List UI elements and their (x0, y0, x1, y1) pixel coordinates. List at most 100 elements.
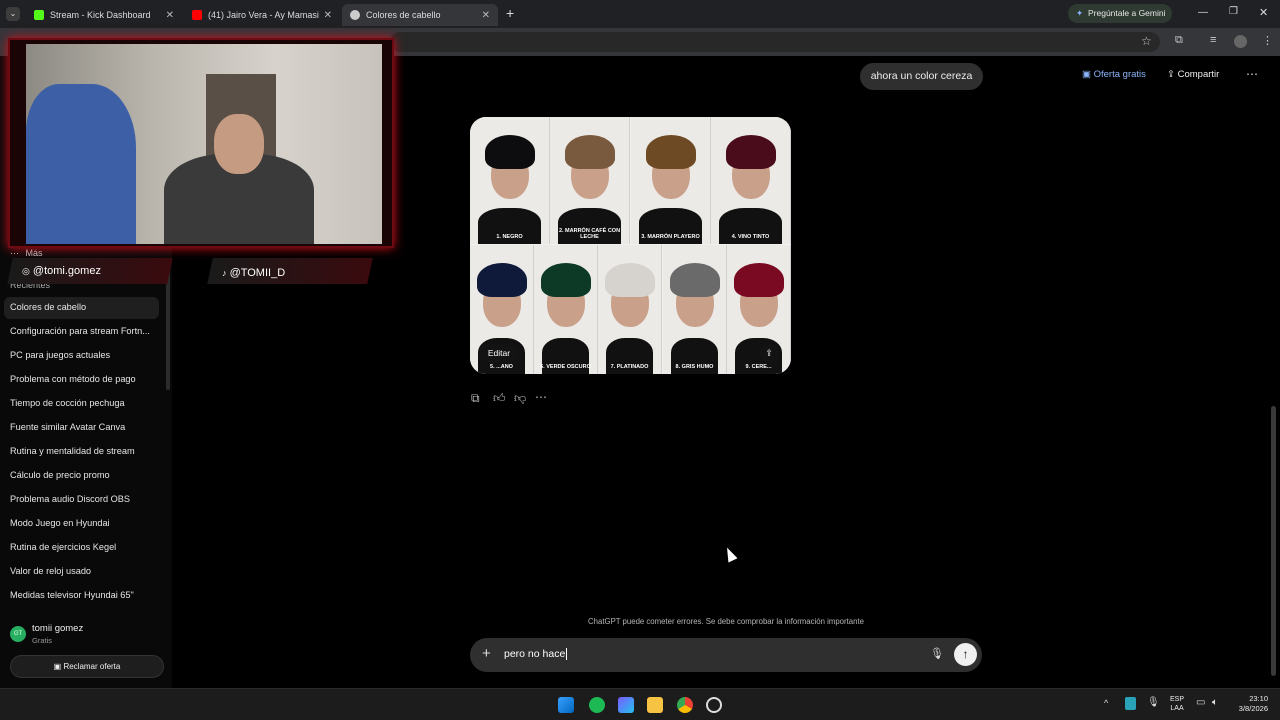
offer-button[interactable]: ▣ Oferta gratis (1082, 69, 1146, 80)
bookmark-star-icon[interactable]: ☆ (1141, 34, 1152, 48)
gift-icon: ▣ (1082, 69, 1091, 80)
sidebar-recent-item[interactable]: Cálculo de precio promo (10, 470, 110, 480)
copilot-icon[interactable] (618, 697, 634, 713)
tab-search-button[interactable]: ⌄ (6, 7, 20, 21)
more-icon: ⋯ (10, 248, 19, 258)
clock-time: 23:10 (1249, 694, 1268, 703)
restore-icon[interactable]: ❐ (1229, 6, 1238, 17)
edit-image-button[interactable]: Editar (478, 344, 520, 362)
sidebar-recent-item[interactable]: Problema con método de pago (10, 374, 136, 384)
hair-color-option: 7. PLATINADO (598, 245, 662, 374)
sidebar-recent-item[interactable]: Tiempo de cocción pechuga (10, 398, 125, 408)
more-actions-icon[interactable]: ⋯ (535, 390, 547, 404)
user-plan: Gratis (32, 636, 53, 645)
close-tab-icon[interactable]: ✕ (166, 10, 174, 21)
network-icon[interactable]: ▭ (1196, 697, 1205, 708)
hair-color-caption: 8. GRIS HUMO (675, 364, 714, 370)
tab-label: (41) Jairo Vera - Ay Mamasi (208, 10, 319, 20)
sidebar-recent-item[interactable]: PC para juegos actuales (10, 350, 110, 360)
instagram-handle: ◎ @tomi.gomez (22, 265, 101, 277)
gemini-label: Pregúntale a Gemini (1088, 8, 1166, 18)
sidebar-recent-item[interactable]: Medidas televisor Hyundai 65" (10, 590, 134, 600)
hair-swatch (476, 263, 527, 297)
hair-color-option: 2. MARRÓN CAFÉ CON LECHE (550, 117, 630, 244)
hair-color-option: 3. MARRÓN PLAYERO (631, 117, 711, 244)
hair-color-caption: 5. ...ANO (490, 364, 513, 370)
tab-label: Stream - Kick Dashboard (50, 10, 151, 20)
share-image-icon[interactable]: ⇪ (759, 344, 779, 362)
generated-image[interactable]: 1. NEGRO 2. MARRÓN CAFÉ CON LECHE 3. MARRÓ… (470, 117, 791, 374)
tab-youtube[interactable]: (41) Jairo Vera - Ay Mamasi ✕ (184, 4, 340, 26)
hair-color-option: 4. VINO TINTO (711, 117, 791, 244)
tab-kick-dashboard[interactable]: Stream - Kick Dashboard ✕ (26, 4, 182, 26)
chatgpt-app-icon[interactable] (706, 697, 722, 713)
thumbs-down-icon[interactable]: 👎︎ (514, 391, 526, 406)
more-options-icon[interactable]: ⋯ (1246, 67, 1258, 81)
file-explorer-icon[interactable] (647, 697, 663, 713)
hair-color-option: 6. VERDE OSCURO (534, 245, 598, 374)
chatgpt-icon (350, 10, 360, 20)
text-caret (566, 648, 568, 660)
close-tab-icon[interactable]: ✕ (324, 10, 332, 21)
close-window-icon[interactable]: ✕ (1259, 6, 1268, 19)
claim-offer-button[interactable]: ▣ Reclamar oferta (10, 655, 164, 678)
sidebar-recent-item[interactable]: Problema audio Discord OBS (10, 494, 130, 504)
tab-label: Colores de cabello (366, 10, 441, 20)
offer-label: Oferta gratis (1093, 69, 1146, 80)
browser-menu-icon[interactable]: ⋮ (1262, 34, 1273, 47)
show-hidden-icons[interactable]: ^ (1104, 698, 1108, 708)
user-name[interactable]: tomii gomez (32, 623, 83, 634)
close-tab-icon[interactable]: ✕ (482, 10, 490, 21)
gemini-icon: ✦ (1076, 8, 1084, 18)
page-scrollbar[interactable] (1271, 406, 1276, 676)
profile-avatar[interactable] (1234, 35, 1247, 48)
sidebar-recent-item[interactable]: Colores de cabello (10, 302, 86, 312)
sidebar-recent-item[interactable]: Modo Juego en Hyundai (10, 518, 110, 528)
hair-swatch (540, 263, 591, 297)
volume-icon[interactable]: 🔈︎ (1212, 697, 1218, 708)
copy-icon[interactable]: ⧉ (471, 391, 480, 406)
sidebar-recent-item[interactable]: Rutina de ejercicios Kegel (10, 542, 116, 552)
webcam-video (26, 44, 382, 244)
claim-offer-label: Reclamar oferta (63, 662, 121, 671)
clock-date: 3/8/2026 (1238, 704, 1268, 713)
hair-swatch (669, 263, 720, 297)
gemini-button[interactable]: ✦ Pregúntale a Gemini (1068, 4, 1172, 23)
minimize-icon[interactable]: — (1198, 7, 1208, 18)
avatar[interactable]: GT (10, 626, 26, 642)
windows-start-icon[interactable] (558, 697, 574, 713)
sidebar-recent-item[interactable]: Fuente similar Avatar Canva (10, 422, 125, 432)
thumbs-up-icon[interactable]: 👍︎ (493, 391, 506, 406)
disclaimer: ChatGPT puede cometer errores. Se debe c… (588, 617, 864, 626)
add-attachment-icon[interactable]: + (482, 645, 491, 662)
sidebar-recent-item[interactable]: Valor de reloj usado (10, 566, 91, 576)
url-field[interactable] (390, 32, 1160, 52)
defender-icon[interactable] (1125, 697, 1136, 710)
person-left (26, 84, 136, 244)
language-indicator[interactable]: ESP LAA (1170, 695, 1184, 713)
hair-swatch (725, 135, 776, 169)
sidebar-recent-item[interactable]: Configuración para stream Fortn... (10, 326, 150, 336)
microphone-icon[interactable]: 🎙︎ (930, 647, 944, 660)
more-label: Más (25, 248, 43, 258)
clock[interactable]: 23:10 3/8/2026 (1230, 694, 1268, 714)
hair-color-caption: 6. VERDE OSCURO (540, 364, 591, 370)
share-button[interactable]: ⇪ Compartir (1167, 69, 1219, 80)
gift-icon: ▣ (53, 662, 62, 671)
hair-color-caption: 1. NEGRO (496, 234, 523, 240)
chrome-icon[interactable] (677, 697, 693, 713)
language-bottom: LAA (1170, 705, 1184, 712)
mic-tray-icon[interactable]: 🎙︎ (1147, 697, 1160, 708)
sidebar-recent-item[interactable]: Rutina y mentalidad de stream (10, 446, 135, 456)
media-control-icon[interactable]: ≡ (1210, 34, 1216, 46)
extensions-icon[interactable]: ⧉ (1175, 34, 1183, 47)
hair-color-option: 1. NEGRO (470, 117, 550, 244)
send-button[interactable]: ↑ (954, 643, 977, 666)
spotify-icon[interactable] (589, 697, 605, 713)
tab-colores-de-cabello[interactable]: Colores de cabello ✕ (342, 4, 498, 26)
message-input[interactable]: pero no hace (504, 648, 904, 664)
kick-icon (34, 10, 44, 20)
hair-color-caption: 3. MARRÓN PLAYERO (641, 234, 700, 240)
new-tab-icon[interactable]: + (506, 5, 514, 21)
hair-color-caption: 4. VINO TINTO (731, 234, 770, 240)
